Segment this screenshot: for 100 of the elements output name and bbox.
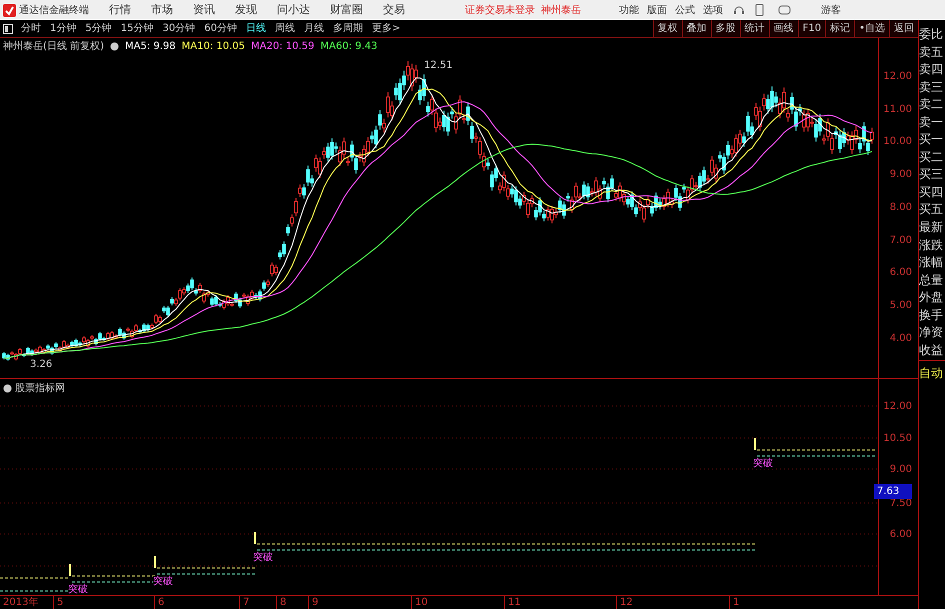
quote-label: 卖五	[919, 44, 944, 60]
quote-label: 卖四	[919, 62, 944, 78]
quote-label: 买五	[919, 202, 944, 218]
quote-label: 净资	[919, 325, 944, 340]
mode-label[interactable]: 自动	[919, 364, 945, 382]
price-axis-label: 6.00	[890, 528, 912, 542]
chart-button[interactable]: 叠加	[682, 20, 711, 37]
time-axis-label: 7	[243, 596, 250, 609]
price-axis-label: 5.00	[890, 298, 912, 313]
phone-icon[interactable]	[755, 4, 764, 16]
toolbar-item[interactable]: 公式	[675, 2, 695, 18]
low-price-label: 3.26	[30, 358, 52, 372]
quote-label: 买一	[919, 132, 944, 148]
price-axis-label: 12.00	[883, 70, 912, 84]
signal-marker	[69, 564, 71, 576]
quote-label: 卖一	[919, 114, 944, 130]
settings-icon[interactable]	[3, 384, 12, 393]
high-price-label: 12.51	[424, 59, 453, 73]
price-axis-label: 7.00	[890, 234, 912, 248]
price-axis-label: 6.00	[890, 266, 912, 280]
quote-label: 卖二	[919, 97, 944, 112]
panel-toggle-icon[interactable]	[3, 24, 13, 34]
app-title: 通达信金融终端	[19, 4, 90, 18]
chart-button[interactable]: 复权	[652, 20, 682, 37]
menu-item[interactable]: 问小达	[277, 2, 310, 18]
signal-marker	[154, 556, 156, 568]
signal-label: 突破	[153, 576, 173, 587]
time-axis-label: 12	[620, 596, 633, 609]
quote-label: 卖三	[919, 80, 944, 95]
app-logo-icon	[3, 4, 16, 16]
signal-marker	[254, 532, 256, 544]
toolbar-item[interactable]: 版面	[647, 2, 667, 18]
quote-label: 涨跌	[919, 238, 944, 253]
toolbar-item[interactable]: 选项	[703, 2, 723, 18]
period-tab[interactable]: 周线	[274, 21, 295, 36]
time-axis-label: 8	[280, 596, 286, 609]
signal-line	[0, 590, 68, 592]
period-tab[interactable]: 1分钟	[50, 21, 76, 36]
quote-label: 买三	[919, 167, 944, 182]
period-tab[interactable]: 30分钟	[162, 21, 196, 36]
price-axis-label: 10.50	[883, 432, 912, 446]
quote-label: 收益	[919, 342, 944, 358]
quote-label: 涨幅	[919, 255, 944, 270]
quote-label: 买四	[919, 184, 944, 200]
price-axis-label: 9.00	[890, 168, 912, 182]
quote-label: 买二	[919, 150, 944, 165]
signal-label: 突破	[68, 584, 88, 595]
time-axis-label: 5	[57, 596, 64, 609]
time-axis-label: 1	[733, 596, 740, 609]
toolbar-item[interactable]: 功能	[619, 2, 639, 18]
menu-item[interactable]: 财富圈	[330, 2, 363, 18]
chart-title: 神州泰岳(日线 前复权)	[3, 40, 104, 54]
chart-button[interactable]: 多股	[710, 20, 740, 37]
settings-icon[interactable]	[110, 42, 119, 51]
period-tab[interactable]: 15分钟	[120, 21, 154, 36]
price-axis-label: 12.00	[883, 400, 912, 414]
quote-label: 外盘	[919, 290, 944, 306]
period-tab[interactable]: 60分钟	[204, 21, 237, 36]
price-axis-label: 8.00	[890, 200, 912, 215]
chart-button[interactable]: 返回	[889, 20, 918, 37]
period-tab[interactable]: 日线	[246, 21, 266, 36]
user-name[interactable]: 游客	[821, 2, 841, 18]
time-axis-label: 9	[312, 596, 318, 609]
chart-button[interactable]: F10	[798, 20, 826, 37]
period-tab[interactable]: 5分钟	[85, 21, 112, 36]
headset-icon[interactable]	[733, 4, 745, 16]
time-axis-label: 6	[158, 596, 164, 609]
chart-button[interactable]: 标记	[825, 20, 854, 37]
menu-item[interactable]: 发现	[235, 2, 257, 18]
menu-item[interactable]: 行情	[109, 2, 131, 18]
chart-button[interactable]: 统计	[740, 20, 769, 37]
period-tab[interactable]: 月线	[304, 21, 324, 36]
cursor-price-label: 7.63	[874, 484, 912, 499]
quote-label: 总量	[919, 272, 944, 288]
chart-button[interactable]: 画线	[768, 20, 798, 37]
time-axis-label: 2013年	[3, 596, 38, 609]
price-axis-label: 11.00	[883, 102, 912, 117]
price-axis-label: 9.00	[890, 463, 912, 477]
indicator-value: MA60: 9.43	[320, 40, 378, 54]
menu-item[interactable]: 交易	[383, 2, 405, 18]
price-axis-label: 10.00	[883, 135, 912, 150]
indicator-title: 股票指标网	[15, 382, 65, 396]
period-tab[interactable]: 更多>	[372, 21, 400, 36]
current-stock[interactable]: 神州泰岳	[541, 2, 581, 18]
menu-item[interactable]: 市场	[151, 2, 173, 18]
indicator-value: MA20: 10.59	[251, 40, 314, 54]
signal-label: 突破	[253, 552, 273, 563]
message-icon[interactable]	[778, 5, 791, 15]
price-axis-label: 7.50	[890, 497, 912, 511]
chart-button[interactable]: •自选	[854, 20, 889, 37]
signal-marker	[754, 438, 756, 450]
time-axis-label: 11	[508, 596, 521, 609]
indicator-value: MA10: 10.05	[182, 40, 246, 54]
period-tab[interactable]: 分时	[21, 21, 41, 36]
login-status[interactable]: 证券交易未登录	[465, 2, 535, 18]
signal-label: 突破	[753, 458, 773, 469]
menu-item[interactable]: 资讯	[193, 2, 215, 18]
period-tab[interactable]: 多周期	[332, 21, 363, 36]
price-axis-label: 4.00	[890, 332, 912, 346]
quote-label: 委比	[919, 27, 944, 42]
